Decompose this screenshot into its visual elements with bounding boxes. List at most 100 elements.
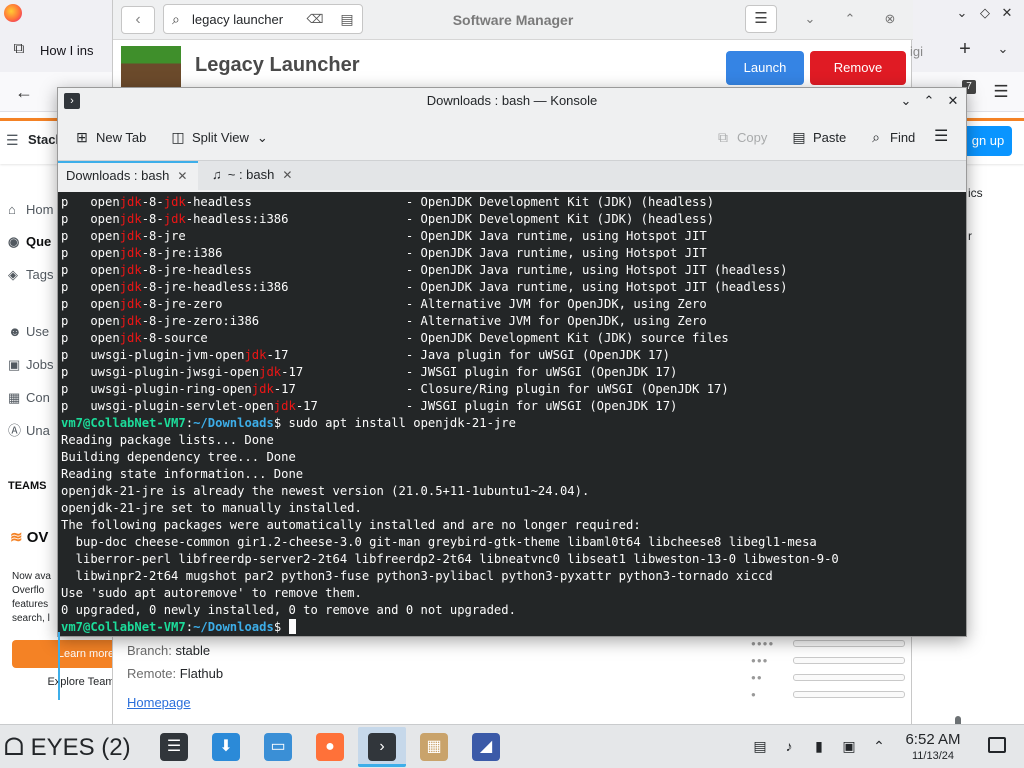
maximize-icon[interactable]: ⌃ bbox=[919, 91, 939, 111]
find-button[interactable]: ⌕ Find bbox=[866, 126, 915, 148]
so-nav-users[interactable]: ☻ Use bbox=[8, 322, 58, 342]
output-line: openjdk-21-jre set to manually installed… bbox=[61, 500, 951, 517]
network-icon[interactable]: ▣ bbox=[840, 737, 858, 755]
so-nav-tags[interactable]: ◈ Tags bbox=[8, 265, 58, 285]
new-tab-button[interactable]: ⊞ New Tab bbox=[72, 126, 146, 148]
paste-button[interactable]: ▤ Paste bbox=[789, 126, 846, 148]
prompt-user: vm7@CollabNet-VM7 bbox=[61, 620, 186, 634]
package-name: -headless bbox=[185, 195, 252, 209]
app-software-manager[interactable]: ⬇ bbox=[202, 727, 250, 767]
shield-icon: ◢ bbox=[472, 733, 500, 761]
eyes-widget[interactable]: ᗝ EYES (2) bbox=[4, 733, 140, 763]
launch-button[interactable]: Launch bbox=[726, 51, 804, 85]
package-description: - Closure/Ring plugin for uWSGI (OpenJDK… bbox=[295, 382, 729, 396]
package-name: p open bbox=[61, 297, 120, 311]
terminal-output: p openjdk-8-jdk-headless - OpenJDK Devel… bbox=[61, 194, 951, 634]
so-nav-unanswered[interactable]: Ⓐ Una bbox=[8, 421, 58, 441]
menu-button[interactable]: ☰ bbox=[745, 5, 777, 33]
terminal-area[interactable]: p openjdk-8-jdk-headless - OpenJDK Devel… bbox=[58, 192, 966, 736]
close-tab-icon[interactable]: ✕ bbox=[282, 161, 292, 189]
new-tab-label: New Tab bbox=[96, 130, 147, 145]
jobs-icon: ▣ bbox=[8, 357, 21, 372]
back-button[interactable]: ‹ bbox=[121, 6, 155, 34]
search-match: jdk bbox=[119, 297, 142, 311]
output-text: 0 upgraded, 0 newly installed, 0 to remo… bbox=[61, 603, 516, 617]
browser-tab[interactable]: How I ins bbox=[40, 36, 120, 66]
split-view-label: Split View bbox=[192, 130, 249, 145]
so-logo[interactable]: Stack bbox=[28, 132, 58, 148]
back-arrow-icon[interactable]: ← bbox=[12, 80, 36, 104]
output-text: openjdk-21-jre is already the newest ver… bbox=[61, 484, 590, 498]
output-line: The following packages were automaticall… bbox=[61, 517, 951, 534]
app-archive[interactable]: ▦ bbox=[410, 727, 458, 767]
output-line: Use 'sudo apt autoremove' to remove them… bbox=[61, 585, 951, 602]
remove-button[interactable]: Remove bbox=[810, 51, 906, 85]
bell-icon: ♫ bbox=[212, 167, 222, 182]
clock-time[interactable]: 6:52 AM bbox=[897, 731, 969, 749]
app-settings[interactable]: ☰ bbox=[150, 727, 198, 767]
app-konsole[interactable]: › bbox=[358, 727, 406, 767]
app-file-manager[interactable]: ▭ bbox=[254, 727, 302, 767]
search-icon: ⌕ bbox=[872, 129, 880, 145]
companies-icon: ▦ bbox=[8, 390, 21, 405]
new-tab-button[interactable]: + bbox=[955, 38, 975, 60]
close-tab-icon[interactable]: ✕ bbox=[177, 163, 187, 189]
minimize-icon[interactable]: ⌄ bbox=[799, 8, 821, 30]
list-all-tabs-icon[interactable]: ⌄ bbox=[993, 38, 1013, 60]
keyboard-icon[interactable]: ▤ bbox=[336, 10, 358, 28]
output-text: openjdk-21-jre set to manually installed… bbox=[61, 501, 362, 515]
tag-icon: ◈ bbox=[8, 267, 18, 282]
package-name: -8-jre-zero:i386 bbox=[141, 314, 260, 328]
hamburger-menu-icon[interactable]: ☰ bbox=[934, 126, 948, 148]
tab-home-bash[interactable]: ♫ ~ : bash ✕ bbox=[204, 161, 312, 190]
package-name: p open bbox=[61, 331, 120, 345]
so-nav-questions[interactable]: ◉ Que bbox=[8, 232, 58, 252]
show-desktop-icon[interactable] bbox=[988, 737, 1006, 753]
tray-expand-icon[interactable]: ⌃ bbox=[870, 737, 888, 755]
output-text: Building dependency tree... Done bbox=[61, 450, 296, 464]
package-store-icon: ⬇ bbox=[212, 733, 240, 761]
tab-list-icon[interactable]: ⧉ bbox=[10, 40, 28, 58]
app-security[interactable]: ◢ bbox=[462, 727, 510, 767]
search-match: jdk bbox=[119, 263, 142, 277]
so-nav-label: Que bbox=[26, 234, 52, 249]
app-firefox[interactable]: ● bbox=[306, 727, 354, 767]
so-nav-home[interactable]: ⌂ Hom bbox=[8, 200, 58, 220]
close-icon[interactable]: ✕ bbox=[998, 4, 1016, 22]
output-line: liberror-perl libfreerdp-server2-2t64 li… bbox=[61, 551, 951, 568]
explore-teams-link[interactable]: Explore Team bbox=[12, 676, 120, 690]
paste-label: Paste bbox=[813, 130, 847, 145]
right-sidebar-snippet: ics bbox=[968, 186, 983, 200]
command-line: vm7@CollabNet-VM7:~/Downloads$ sudo apt … bbox=[61, 415, 951, 432]
tab-downloads-bash[interactable]: Downloads : bash ✕ bbox=[58, 161, 198, 190]
tab-label: Downloads : bash bbox=[66, 168, 170, 183]
terminal-cursor bbox=[288, 619, 296, 634]
search-match: jdk bbox=[119, 314, 142, 328]
clipboard-icon[interactable]: ▤ bbox=[751, 737, 769, 755]
learn-more-button[interactable]: Learn more bbox=[12, 640, 120, 668]
search-field[interactable]: ⌕ legacy launcher ⌫ ▤ bbox=[163, 4, 363, 34]
volume-muted-icon[interactable]: ♪ bbox=[780, 737, 798, 755]
copy-button[interactable]: ⧉ Copy bbox=[713, 126, 767, 148]
maximize-icon[interactable]: ◇ bbox=[976, 4, 994, 22]
so-menu-icon[interactable]: ☰ bbox=[6, 132, 22, 148]
close-icon[interactable]: ✕ bbox=[943, 91, 963, 111]
so-nav-companies[interactable]: ▦ Con bbox=[8, 388, 58, 408]
split-view-button[interactable]: ◫ Split View ⌄ bbox=[168, 126, 267, 148]
close-icon[interactable]: ⊗ bbox=[879, 8, 901, 30]
clear-search-icon[interactable]: ⌫ bbox=[304, 11, 326, 27]
package-description: - OpenJDK Java runtime, using Hotspot JI… bbox=[185, 229, 707, 243]
search-input[interactable]: legacy launcher bbox=[192, 11, 302, 29]
minimize-icon[interactable]: ⌄ bbox=[896, 91, 916, 111]
rating-bar bbox=[793, 640, 905, 647]
so-nav-label: Jobs bbox=[26, 357, 54, 372]
maximize-icon[interactable]: ⌃ bbox=[839, 8, 861, 30]
rating-dots: ● bbox=[751, 690, 757, 699]
clock-date[interactable]: 11/13/24 bbox=[897, 750, 969, 763]
hamburger-menu-icon[interactable]: ☰ bbox=[990, 80, 1012, 104]
homepage-link[interactable]: Homepage bbox=[127, 694, 197, 712]
package-name: p open bbox=[61, 212, 120, 226]
so-nav-jobs[interactable]: ▣ Jobs bbox=[8, 355, 58, 375]
battery-icon[interactable]: ▮ bbox=[810, 737, 828, 755]
minimize-icon[interactable]: ⌄ bbox=[953, 4, 971, 22]
